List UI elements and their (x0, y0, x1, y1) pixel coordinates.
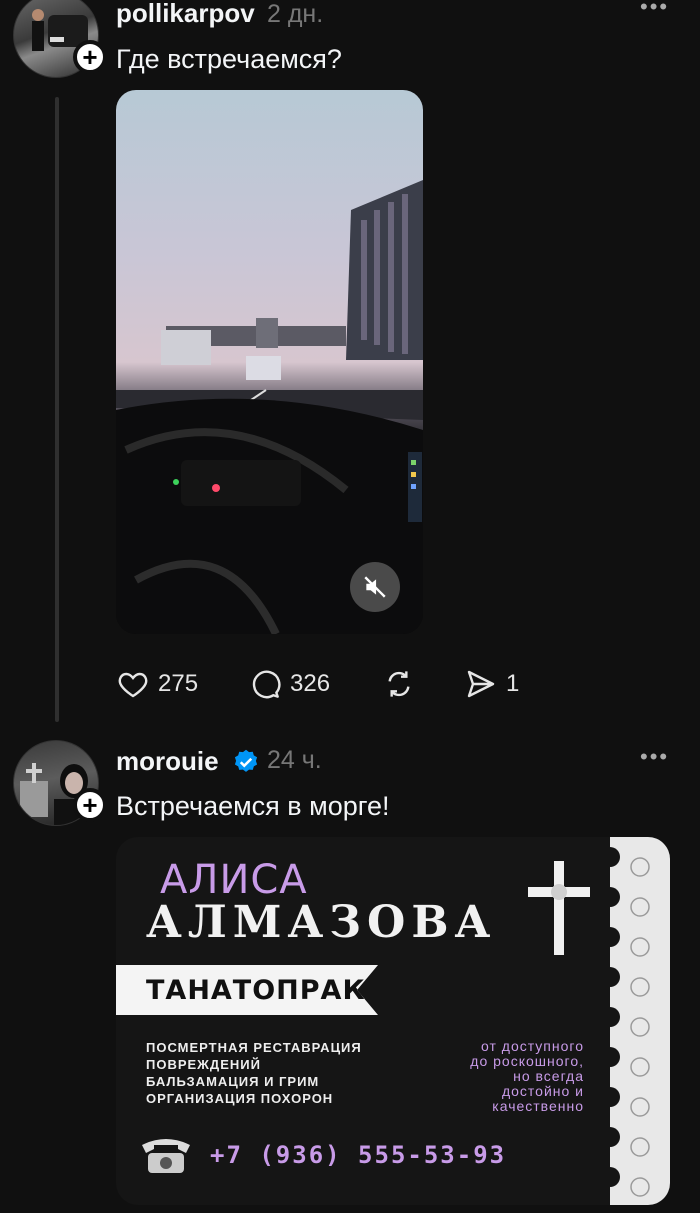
slogan-line: но всегда (513, 1068, 584, 1084)
follow-plus-icon[interactable]: + (73, 788, 107, 822)
repost-icon (388, 671, 410, 697)
card-services: ПОСМЕРТНАЯ РЕСТАВРАЦИЯ ПОВРЕЖДЕНИЙ БАЛЬЗ… (146, 1039, 362, 1107)
comment-button[interactable]: 326 (248, 668, 330, 700)
muted-speaker-icon (364, 576, 386, 598)
avatar-morouie[interactable]: + (13, 740, 107, 826)
comment-icon (252, 670, 281, 699)
post-text: Где встречаемся? (116, 44, 342, 74)
post-text: Встречаемся в морге! (116, 791, 390, 821)
slogan-line: качественно (492, 1098, 584, 1114)
business-card-image[interactable]: АЛИСА АЛМАЗОВА ТАНАТОПРАКТИК ПОСМЕРТНАЯ … (116, 837, 670, 1205)
mute-button[interactable] (350, 562, 400, 612)
share-count: 1 (506, 670, 520, 697)
video-media[interactable] (116, 90, 423, 634)
service-line: ОРГАНИЗАЦИЯ ПОХОРОН (146, 1091, 334, 1106)
post-1: + pollikarpov 2 дн. ••• Где встречаемся? (0, 0, 700, 725)
slogan-line: до роскошного, (470, 1053, 584, 1069)
post-time: 24 ч. (267, 746, 322, 774)
username[interactable]: morouie (116, 746, 219, 777)
username[interactable]: pollikarpov (116, 0, 255, 29)
cross-icon (528, 861, 590, 955)
comment-count: 326 (290, 670, 331, 697)
thread-line (55, 97, 59, 722)
video-scene (116, 180, 423, 634)
share-button[interactable]: 1 (464, 668, 519, 700)
service-line: БАЛЬЗАМАЦИЯ И ГРИМ (146, 1074, 320, 1089)
like-button[interactable]: 275 (116, 668, 198, 700)
send-icon (467, 670, 495, 698)
slogan-line: от доступного (481, 1038, 584, 1054)
card-title-ribbon: ТАНАТОПРАКТИК (116, 965, 378, 1015)
service-line: ПОСМЕРТНАЯ РЕСТАВРАЦИЯ (146, 1040, 362, 1055)
more-dots-icon[interactable]: ••• (640, 0, 669, 20)
card-last-name: АЛМАЗОВА (146, 897, 497, 948)
card-phone: +7 (936) 555-53-93 (210, 1141, 507, 1169)
service-line: ПОВРЕЖДЕНИЙ (146, 1057, 261, 1072)
avatar-pollikarpov[interactable]: + (13, 0, 107, 78)
post-time: 2 дн. (267, 0, 324, 28)
heart-icon (118, 672, 148, 698)
lace-border (600, 837, 670, 1205)
follow-plus-icon[interactable]: + (73, 40, 107, 74)
verified-badge-icon (234, 749, 258, 772)
card-title: ТАНАТОПРАКТИК (146, 975, 432, 1006)
more-dots-icon[interactable]: ••• (640, 744, 669, 770)
card-slogan: от доступного до роскошного, но всегда д… (416, 1039, 584, 1114)
repost-button[interactable] (382, 668, 416, 700)
like-count: 275 (158, 670, 199, 697)
telephone-icon (142, 1139, 190, 1173)
slogan-line: достойно и (501, 1083, 584, 1099)
